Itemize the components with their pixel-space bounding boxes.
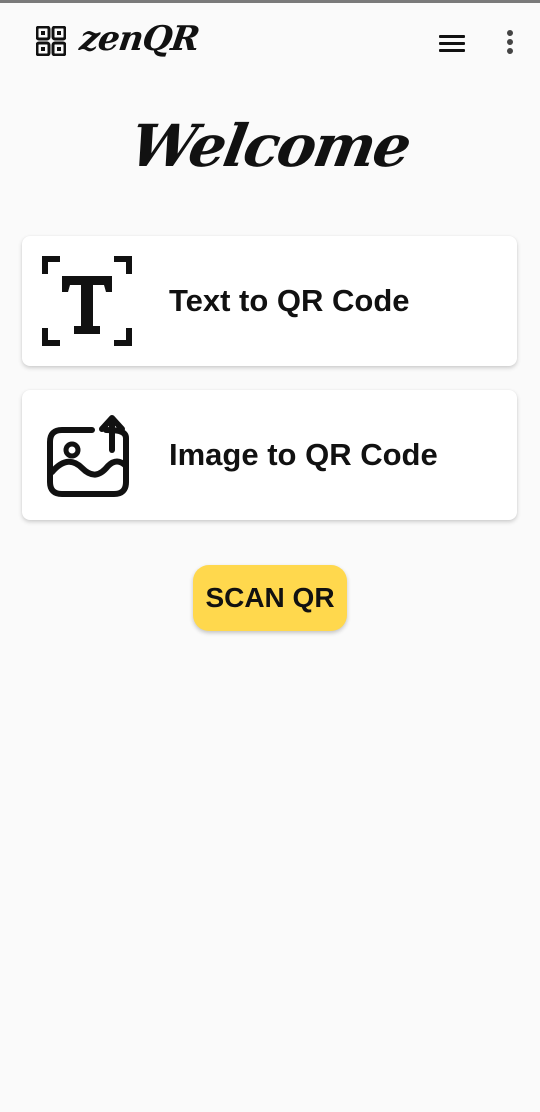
image-to-qr-card[interactable]: Image to QR Code — [22, 390, 517, 520]
app-bar: zenQR — [0, 3, 540, 77]
qr-code-icon — [36, 26, 66, 56]
scan-qr-button[interactable]: SCAN QR — [193, 565, 347, 631]
image-upload-icon — [47, 415, 129, 497]
welcome-heading: Welcome — [125, 112, 415, 180]
image-to-qr-label: Image to QR Code — [169, 437, 438, 472]
app-brand-name: zenQR — [77, 19, 202, 59]
text-recognition-icon — [42, 256, 132, 346]
hamburger-menu-icon[interactable] — [438, 32, 466, 54]
text-to-qr-label: Text to QR Code — [169, 283, 410, 318]
more-vertical-icon[interactable] — [500, 28, 520, 58]
text-to-qr-card[interactable]: Text to QR Code — [22, 236, 517, 366]
